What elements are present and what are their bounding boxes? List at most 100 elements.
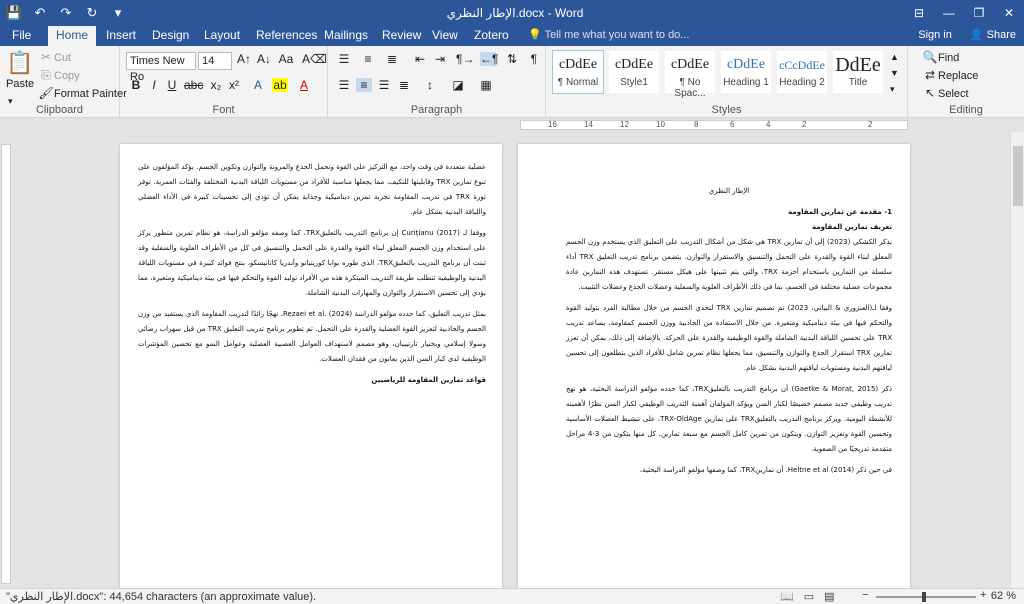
tab-layout[interactable]: Layout: [196, 26, 248, 46]
subscript-icon[interactable]: x₂: [208, 78, 224, 92]
share-label: Share: [986, 29, 1016, 41]
left-page[interactable]: عضلية متعددة في وقت واحد، مع التركيز على…: [120, 144, 502, 588]
tab-references[interactable]: References: [248, 26, 325, 46]
cut-button[interactable]: ✂ Cut: [38, 50, 71, 64]
scrollbar-thumb[interactable]: [1013, 146, 1023, 206]
font-size-select[interactable]: 14: [198, 52, 232, 70]
font-family-select[interactable]: Times New Ro: [126, 52, 196, 83]
ruler-number: 2: [802, 120, 807, 129]
style-heading-2[interactable]: cCcDdEe Heading 2: [776, 50, 828, 94]
style-heading-1[interactable]: cDdEe Heading 1: [720, 50, 772, 94]
save-icon[interactable]: 💾: [4, 3, 24, 23]
text-effects-icon[interactable]: A: [250, 78, 266, 92]
status-bar: "الإطار النظري.docx": 44,654 characters …: [0, 588, 1024, 604]
decrease-indent-icon[interactable]: ⇤: [412, 52, 428, 66]
sign-in-link[interactable]: Sign in: [918, 26, 952, 44]
shading-icon[interactable]: ◪: [450, 78, 466, 92]
style-no-spacing[interactable]: cDdEe ¶ No Spac...: [664, 50, 716, 99]
zoom-level[interactable]: 62 %: [991, 590, 1016, 602]
tab-view[interactable]: View: [424, 26, 466, 46]
find-button[interactable]: 🔍Find: [922, 50, 960, 64]
line-spacing-icon[interactable]: ↕: [422, 78, 438, 92]
document-area[interactable]: عضلية متعددة في وقت واحد، مع التركيز على…: [12, 132, 1010, 588]
style-title[interactable]: DdEe Title: [832, 50, 884, 94]
justify-icon[interactable]: ≣: [396, 78, 412, 92]
tell-me-text: Tell me what you want to do...: [544, 29, 690, 41]
restore-button[interactable]: ❐: [964, 0, 994, 26]
close-button[interactable]: ✕: [994, 0, 1024, 26]
paste-button[interactable]: Paste: [6, 78, 34, 90]
styles-more-icon[interactable]: ▾: [890, 84, 895, 95]
tell-me-box[interactable]: 💡 Tell me what you want to do...: [528, 26, 689, 44]
strikethrough-icon[interactable]: abc: [184, 78, 203, 92]
clear-formatting-icon[interactable]: A⌫: [302, 52, 327, 66]
style-normal[interactable]: cDdEe ¶ Normal: [552, 50, 604, 94]
style-sample: cDdEe: [670, 57, 710, 72]
tab-insert[interactable]: Insert: [98, 26, 144, 46]
ruler-number: 12: [620, 120, 629, 129]
change-case-icon[interactable]: Aa: [278, 52, 294, 66]
vertical-ruler-bar: [1, 144, 11, 584]
sort-icon[interactable]: ⇅: [504, 52, 520, 66]
grow-font-icon[interactable]: A↑: [236, 52, 252, 66]
show-formatting-icon[interactable]: ¶: [526, 52, 542, 66]
cursor-icon: ↖: [924, 86, 936, 100]
tab-zotero[interactable]: Zotero: [466, 26, 517, 46]
right-page[interactable]: الإطار النظري 1- مقدمة عن تمارين المقاوم…: [518, 144, 910, 588]
underline-icon[interactable]: U: [164, 78, 180, 92]
superscript-icon[interactable]: x²: [226, 78, 242, 92]
numbering-icon[interactable]: ≡: [360, 52, 376, 66]
bullets-icon[interactable]: ☰: [336, 52, 352, 66]
tab-mailings[interactable]: Mailings: [316, 26, 376, 46]
clipboard-icon[interactable]: 📋: [6, 50, 33, 80]
styles-scroll-up-icon[interactable]: ▲: [890, 52, 899, 62]
vertical-scrollbar[interactable]: [1010, 132, 1024, 588]
refresh-icon[interactable]: ↻: [82, 3, 102, 23]
copy-icon: ⎘: [41, 68, 51, 82]
minimize-button[interactable]: —: [934, 0, 964, 26]
zoom-out-icon[interactable]: −: [862, 589, 868, 601]
copy-button[interactable]: ⎘ Copy: [38, 68, 80, 83]
font-color-icon[interactable]: A: [296, 78, 312, 92]
print-layout-icon[interactable]: ▭: [804, 590, 814, 603]
share-button[interactable]: 👤 Share: [970, 26, 1016, 44]
zoom-in-icon[interactable]: +: [980, 589, 986, 601]
tab-home[interactable]: Home: [48, 26, 97, 46]
align-right-icon[interactable]: ☰: [376, 78, 392, 92]
zoom-slider-knob[interactable]: [922, 592, 926, 602]
ltr-icon[interactable]: ¶→: [456, 52, 474, 66]
ribbon-display-options-button[interactable]: ⊟: [904, 0, 934, 26]
align-left-icon[interactable]: ☰: [336, 78, 352, 92]
shrink-font-icon[interactable]: A↓: [256, 52, 272, 66]
tab-review[interactable]: Review: [374, 26, 429, 46]
replace-button[interactable]: ⇄ Replace: [922, 68, 978, 82]
style-style1[interactable]: cDdEe Style1: [608, 50, 660, 94]
align-center-icon[interactable]: ≡: [356, 78, 372, 92]
zoom-slider[interactable]: [876, 596, 976, 598]
redo-icon[interactable]: ↷: [56, 3, 76, 23]
ruler-number: 8: [694, 120, 699, 129]
rtl-icon[interactable]: ←¶: [480, 52, 498, 66]
paragraph: يمثل تدريب التعليق، كما حدده مؤلفو الدرا…: [138, 310, 487, 363]
read-mode-icon[interactable]: 📖: [780, 590, 794, 603]
tab-file[interactable]: File: [4, 26, 39, 46]
italic-icon[interactable]: I: [146, 78, 162, 92]
customize-quick-access-icon[interactable]: ▾: [108, 3, 128, 23]
cut-label: Cut: [54, 52, 72, 64]
word-count-status[interactable]: "الإطار النظري.docx": 44,654 characters …: [6, 590, 316, 603]
bold-icon[interactable]: B: [128, 78, 144, 92]
styles-scroll-down-icon[interactable]: ▼: [890, 68, 899, 78]
highlight-icon[interactable]: ab: [272, 78, 288, 92]
tab-design[interactable]: Design: [144, 26, 197, 46]
increase-indent-icon[interactable]: ⇥: [432, 52, 448, 66]
account-area: Sign in 👤 Share: [918, 26, 1016, 44]
horizontal-ruler[interactable]: 16 14 12 10 8 6 4 2 2: [0, 118, 1024, 132]
undo-icon[interactable]: ↶: [30, 3, 50, 23]
web-layout-icon[interactable]: ▤: [824, 590, 834, 603]
multilevel-list-icon[interactable]: ≣: [384, 52, 400, 66]
format-painter-button[interactable]: 🖌Format Painter: [38, 86, 126, 100]
borders-icon[interactable]: ▦: [478, 78, 494, 92]
vertical-ruler[interactable]: [0, 132, 12, 588]
select-button[interactable]: ↖ Select: [922, 86, 969, 100]
paragraph: ذكر (Gaetke & Morat, 2015) أن برنامج الت…: [566, 385, 892, 453]
